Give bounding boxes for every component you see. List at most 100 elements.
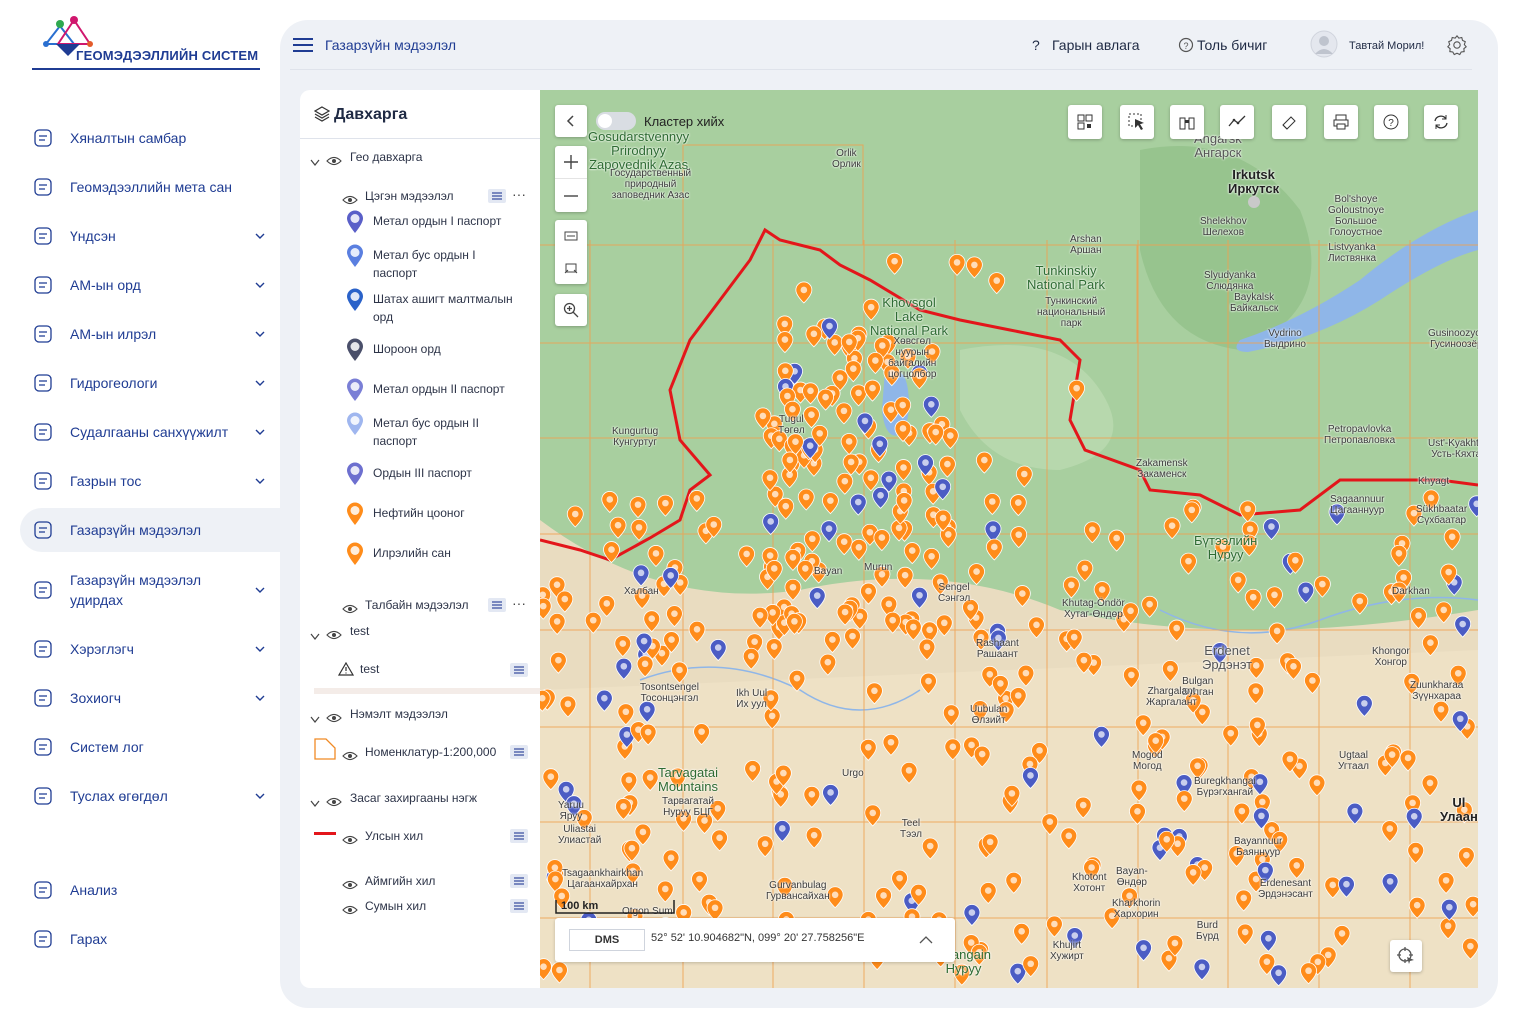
sidebar-item-15[interactable]: Гарах xyxy=(20,917,280,961)
toolbar-qr-button[interactable] xyxy=(1068,105,1102,139)
layer-menu-icon[interactable] xyxy=(488,598,506,612)
more-options-icon[interactable]: ··· xyxy=(512,186,526,202)
eye-icon[interactable] xyxy=(342,748,358,761)
sidebar-item-5[interactable]: Гидрогеологи xyxy=(20,361,280,405)
sidebar-item-0[interactable]: Хяналтын самбар xyxy=(20,116,280,160)
layer-pin-icon xyxy=(346,244,364,268)
sidebar-item-9[interactable]: Газарзүйн мэдээлэл удирдах xyxy=(20,568,280,612)
toolbar-printer-button[interactable] xyxy=(1324,105,1358,139)
sidebar-item-11[interactable]: Зохиогч xyxy=(20,676,280,720)
map-edit-icon xyxy=(32,470,54,492)
hamburger-menu-icon[interactable] xyxy=(293,38,313,52)
sidebar-item-14[interactable]: Анализ xyxy=(20,868,280,912)
layer-menu-icon[interactable] xyxy=(510,829,528,843)
logo-text: ГЕОМЭДЭЭЛЛИЙН СИСТЕМ xyxy=(76,48,259,63)
sidebar-item-4[interactable]: АМ-ын илрэл xyxy=(20,312,280,356)
map-label-orlik: Orlik Орлик xyxy=(832,148,861,170)
collapse-panel-button[interactable] xyxy=(555,105,587,137)
help-link[interactable]: Гарын авлага xyxy=(1052,37,1140,53)
map-label-petropavlovka: Petropavlovka Петропавловка xyxy=(1324,424,1396,446)
collapse-caret-icon[interactable] xyxy=(310,711,320,723)
measure-area-button[interactable] xyxy=(555,252,587,284)
collapse-caret-icon[interactable] xyxy=(310,795,320,807)
eye-icon[interactable] xyxy=(342,192,358,205)
avatar[interactable] xyxy=(1310,30,1338,58)
toolbar-binoculars-button[interactable] xyxy=(1170,105,1204,139)
eye-icon[interactable] xyxy=(326,627,342,640)
layer-nomenclature[interactable]: Номенклатур-1:200,000 xyxy=(365,743,496,761)
layer-item[interactable]: Нефтийн цооног xyxy=(373,504,465,522)
layer-item[interactable]: Илрэлийн сан xyxy=(373,544,451,562)
layer-group-test[interactable]: test xyxy=(350,622,369,640)
layer-field-info[interactable]: Талбайн мэдээлэл xyxy=(365,596,469,614)
sidebar-item-7[interactable]: Газрын тос xyxy=(20,459,280,503)
eye-icon[interactable] xyxy=(326,794,342,807)
sidebar-item-6[interactable]: Судалгааны санхүүжилт xyxy=(20,410,280,454)
sidebar-item-label: Зохиогч xyxy=(70,690,122,706)
bbox-select-button[interactable] xyxy=(555,220,587,252)
collapse-caret-icon[interactable] xyxy=(310,628,320,640)
sidebar-item-12[interactable]: Систем лог xyxy=(20,725,280,769)
zoom-select-button[interactable] xyxy=(555,294,587,326)
chevron-down-icon xyxy=(254,425,266,437)
map-label-rashaant: Rashaant Рашаант xyxy=(976,638,1019,660)
layer-state-border[interactable]: Улсын хил xyxy=(365,827,423,845)
sidebar-item-label: АМ-ын илрэл xyxy=(70,326,157,342)
sidebar-item-8[interactable]: Газарзүйн мэдээлэл xyxy=(20,508,280,552)
dictionary-link[interactable]: Толь бичиг xyxy=(1197,37,1267,53)
layer-group-geo[interactable]: Гео давхарга xyxy=(350,148,422,166)
layer-sum-border[interactable]: Сумын хил xyxy=(365,897,426,915)
layer-test-item[interactable]: test xyxy=(360,660,379,678)
eye-icon[interactable] xyxy=(342,832,358,845)
help-question-icon[interactable]: ? xyxy=(1032,37,1040,53)
settings-gear-icon[interactable] xyxy=(1446,34,1468,56)
toolbar-line-chart-button[interactable] xyxy=(1220,105,1254,139)
layer-item[interactable]: Шатах ашигт малтмалын орд xyxy=(373,290,523,326)
toolbar-refresh-button[interactable] xyxy=(1424,105,1458,139)
layer-item[interactable]: Метал бус ордын II паспорт xyxy=(373,414,523,450)
sidebar-item-13[interactable]: Туслах өгөгдөл xyxy=(20,774,280,818)
map-view[interactable]: Gosudarstvennyy Prirodnyy Zapovednik Azas Г… xyxy=(540,90,1478,988)
sidebar-item-1[interactable]: Геомэдээллийн мета сан xyxy=(20,165,280,209)
layer-menu-icon[interactable] xyxy=(488,189,506,203)
dms-format-button[interactable]: DMS xyxy=(569,929,645,951)
layer-group-admin[interactable]: Засаг захиргааны нэгж xyxy=(350,789,477,807)
eye-icon[interactable] xyxy=(326,153,342,166)
layer-menu-icon[interactable] xyxy=(510,899,528,913)
layer-item[interactable]: Метал бус ордын I паспорт xyxy=(373,246,523,282)
cluster-toggle[interactable] xyxy=(596,112,636,130)
locate-button[interactable] xyxy=(1390,940,1422,972)
map-label-teel: Teel Тээл xyxy=(900,818,922,840)
dictionary-help-icon[interactable]: ? xyxy=(1178,37,1194,53)
warning-icon xyxy=(338,662,354,676)
toolbar-help-circle-button[interactable]: ? xyxy=(1374,105,1408,139)
more-options-icon[interactable]: ··· xyxy=(512,595,526,611)
toolbar-select-cursor-button[interactable] xyxy=(1120,105,1154,139)
layer-item[interactable]: Шороон орд xyxy=(373,340,441,358)
layer-aimag-border[interactable]: Аймгийн хил xyxy=(365,872,435,890)
eye-slash-icon[interactable] xyxy=(342,877,358,890)
layer-item[interactable]: Ордын III паспорт xyxy=(373,464,472,482)
sidebar-item-2[interactable]: Үндсэн xyxy=(20,214,280,258)
eye-icon[interactable] xyxy=(342,601,358,614)
layer-group-extra[interactable]: Нэмэлт мэдээлэл xyxy=(350,705,448,723)
layer-menu-icon[interactable] xyxy=(510,745,528,759)
layer-item[interactable]: Метал ордын II паспорт xyxy=(373,380,505,398)
toolbar-eraser-button[interactable] xyxy=(1272,105,1306,139)
collapse-caret-icon[interactable] xyxy=(310,154,320,166)
sidebar-item-10[interactable]: Хэрэглэгч xyxy=(20,627,280,671)
layer-point-info[interactable]: Цэгэн мэдээлэл xyxy=(365,187,454,205)
eye-icon[interactable] xyxy=(326,710,342,723)
eye-slash-icon[interactable] xyxy=(342,902,358,915)
layer-menu-icon[interactable] xyxy=(510,663,528,677)
map-label-listvyanka: Listvyanka Листвянка xyxy=(1328,242,1377,264)
logout-icon xyxy=(32,928,54,950)
zoom-out-button[interactable] xyxy=(555,179,587,212)
chevron-up-icon[interactable] xyxy=(919,935,933,944)
zoom-in-button[interactable] xyxy=(555,146,587,179)
map-label-khyagt: Khyagt xyxy=(1418,476,1450,487)
layer-item[interactable]: Метал ордын I паспорт xyxy=(373,212,501,230)
app-logo[interactable]: ГЕОМЭДЭЭЛЛИЙН СИСТЕМ xyxy=(30,16,262,72)
sidebar-item-3[interactable]: АМ-ын орд xyxy=(20,263,280,307)
layer-menu-icon[interactable] xyxy=(510,874,528,888)
